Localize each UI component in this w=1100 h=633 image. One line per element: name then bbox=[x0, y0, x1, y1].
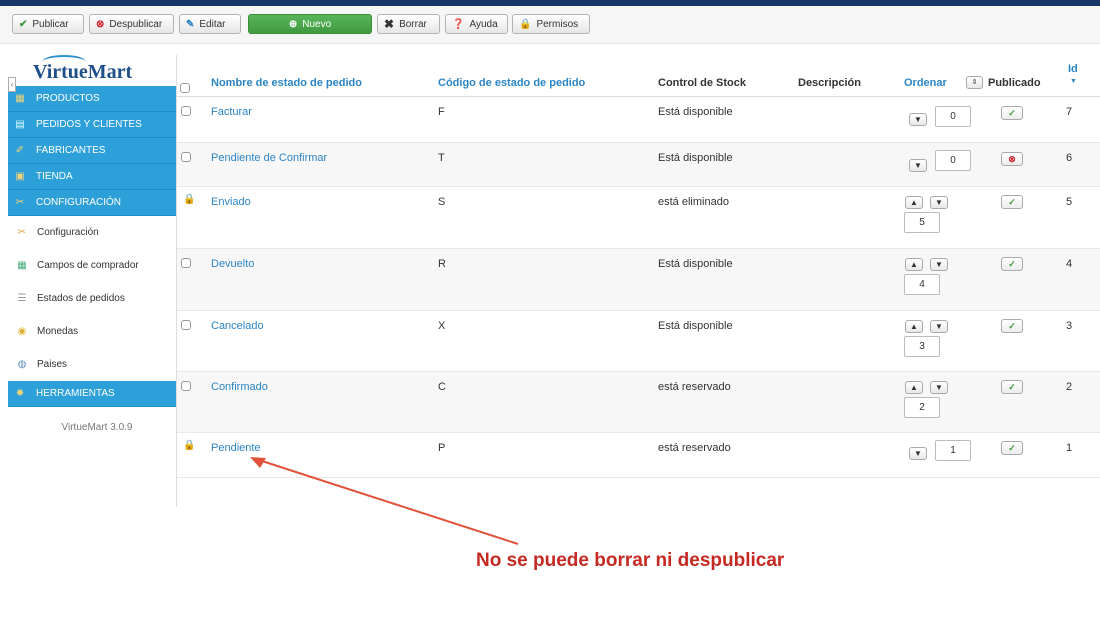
annotation-text: No se puede borrar ni despublicar bbox=[476, 550, 785, 571]
annotation-arrow-line bbox=[261, 460, 519, 545]
annotation-arrow bbox=[250, 457, 519, 545]
